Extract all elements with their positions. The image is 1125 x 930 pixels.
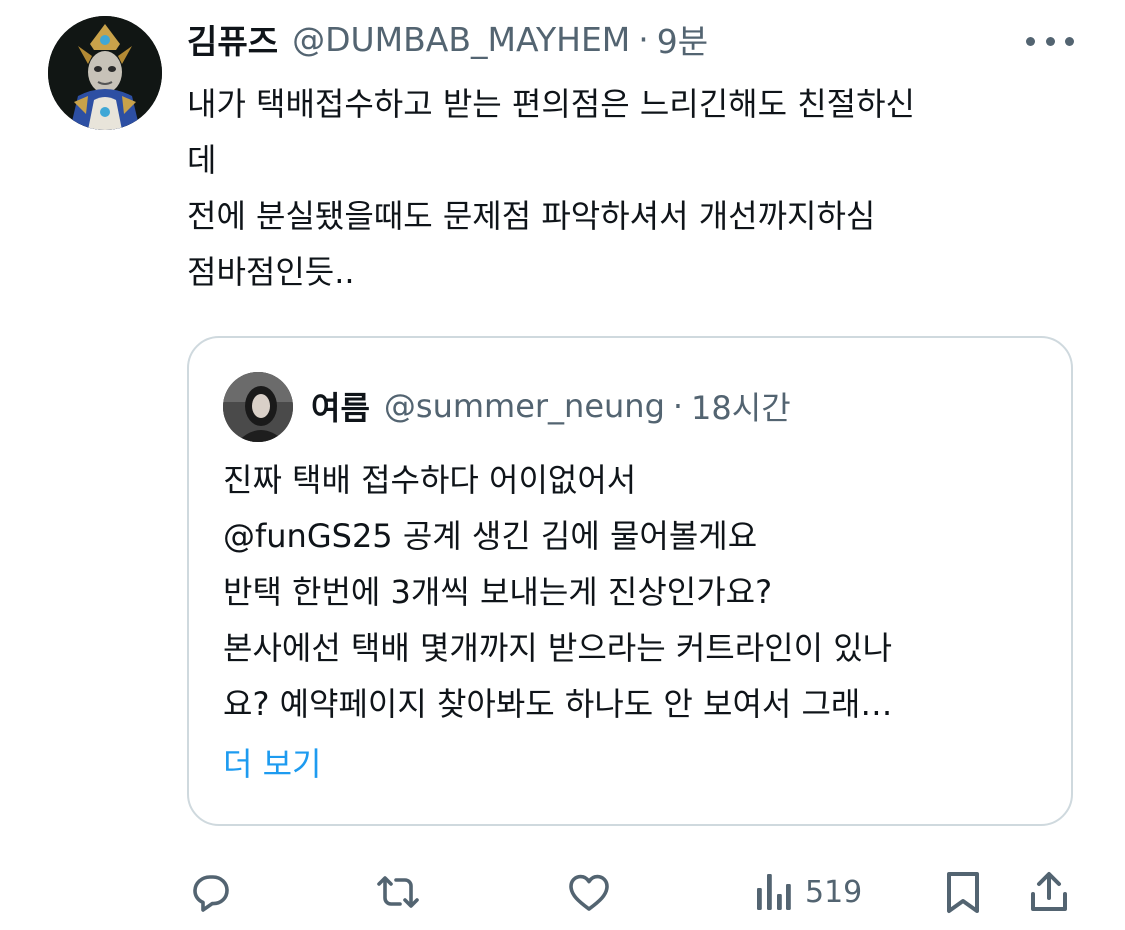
retweet-icon — [373, 868, 423, 916]
tweet-text-line: 데 — [187, 141, 217, 179]
more-dot-icon — [1065, 36, 1074, 46]
views-count: 519 — [805, 874, 863, 910]
tweet-header: 김퓨즈 @DUMBAB_MAYHEM · 9분 — [187, 14, 708, 64]
tweet-text: 내가 택배접수하고 받는 편의점은 느리긴해도 친절하신 데 전에 분실됐을때도… — [187, 76, 1087, 300]
quoted-text-line: 반택 한번에 3개씩 보내는게 진상인가요? — [223, 573, 773, 611]
separator-dot: · — [638, 19, 649, 59]
show-more-link[interactable]: 더 보기 — [223, 736, 322, 792]
more-dot-icon — [1026, 36, 1035, 46]
quoted-text-line: 진짜 택배 접수하다 어이없어서 — [223, 461, 637, 499]
quoted-tweet-timestamp[interactable]: 18시간 — [691, 383, 791, 429]
tweet-timestamp[interactable]: 9분 — [657, 15, 708, 63]
quoted-text-line: @funGS25 공계 생긴 김에 물어볼게요 — [223, 517, 758, 555]
bookmark-icon — [941, 868, 985, 916]
quoted-author-avatar[interactable] — [223, 372, 293, 442]
views-button[interactable]: 519 — [753, 862, 862, 922]
retweet-button[interactable] — [373, 862, 423, 922]
author-avatar[interactable] — [48, 16, 162, 130]
share-button[interactable] — [1027, 862, 1071, 922]
tweet-text-line: 전에 분실됐을때도 문제점 파악하셔서 개선까지하심 — [187, 197, 876, 235]
quoted-tweet-card[interactable]: 여름 @summer_neung · 18시간 진짜 택배 접수하다 어이없어서… — [187, 336, 1073, 826]
quoted-tweet-text: 진짜 택배 접수하다 어이없어서 @funGS25 공계 생긴 김에 물어볼게요… — [223, 452, 1053, 732]
more-dot-icon — [1045, 36, 1055, 46]
quoted-author-handle[interactable]: @summer_neung — [384, 387, 665, 425]
author-handle[interactable]: @DUMBAB_MAYHEM — [292, 20, 630, 59]
author-display-name[interactable]: 김퓨즈 — [187, 15, 278, 63]
bookmark-button[interactable] — [941, 862, 985, 922]
separator-dot: · — [672, 387, 684, 425]
tweet-action-bar: 519 — [187, 862, 1077, 922]
tweet[interactable]: 김퓨즈 @DUMBAB_MAYHEM · 9분 내가 택배접수하고 받는 편의점… — [0, 0, 1125, 930]
share-icon — [1027, 868, 1071, 916]
views-icon — [753, 868, 793, 916]
heart-icon — [565, 868, 613, 916]
reply-button[interactable] — [187, 862, 235, 922]
tweet-text-line: 점바점인듯.. — [187, 253, 355, 291]
reply-icon — [187, 868, 235, 916]
quoted-text-line: 본사에선 택배 몇개까지 받으라는 커트라인이 있나 — [223, 629, 893, 667]
tweet-text-line: 내가 택배접수하고 받는 편의점은 느리긴해도 친절하신 — [187, 85, 915, 123]
more-options-button[interactable] — [1026, 30, 1074, 52]
quoted-text-line: 요? 예약페이지 찾아봐도 하나도 안 보여서 그래… — [223, 685, 893, 723]
quoted-tweet-header: 여름 @summer_neung · 18시간 — [311, 382, 791, 430]
quoted-author-display-name[interactable]: 여름 — [311, 383, 370, 429]
like-button[interactable] — [565, 862, 613, 922]
